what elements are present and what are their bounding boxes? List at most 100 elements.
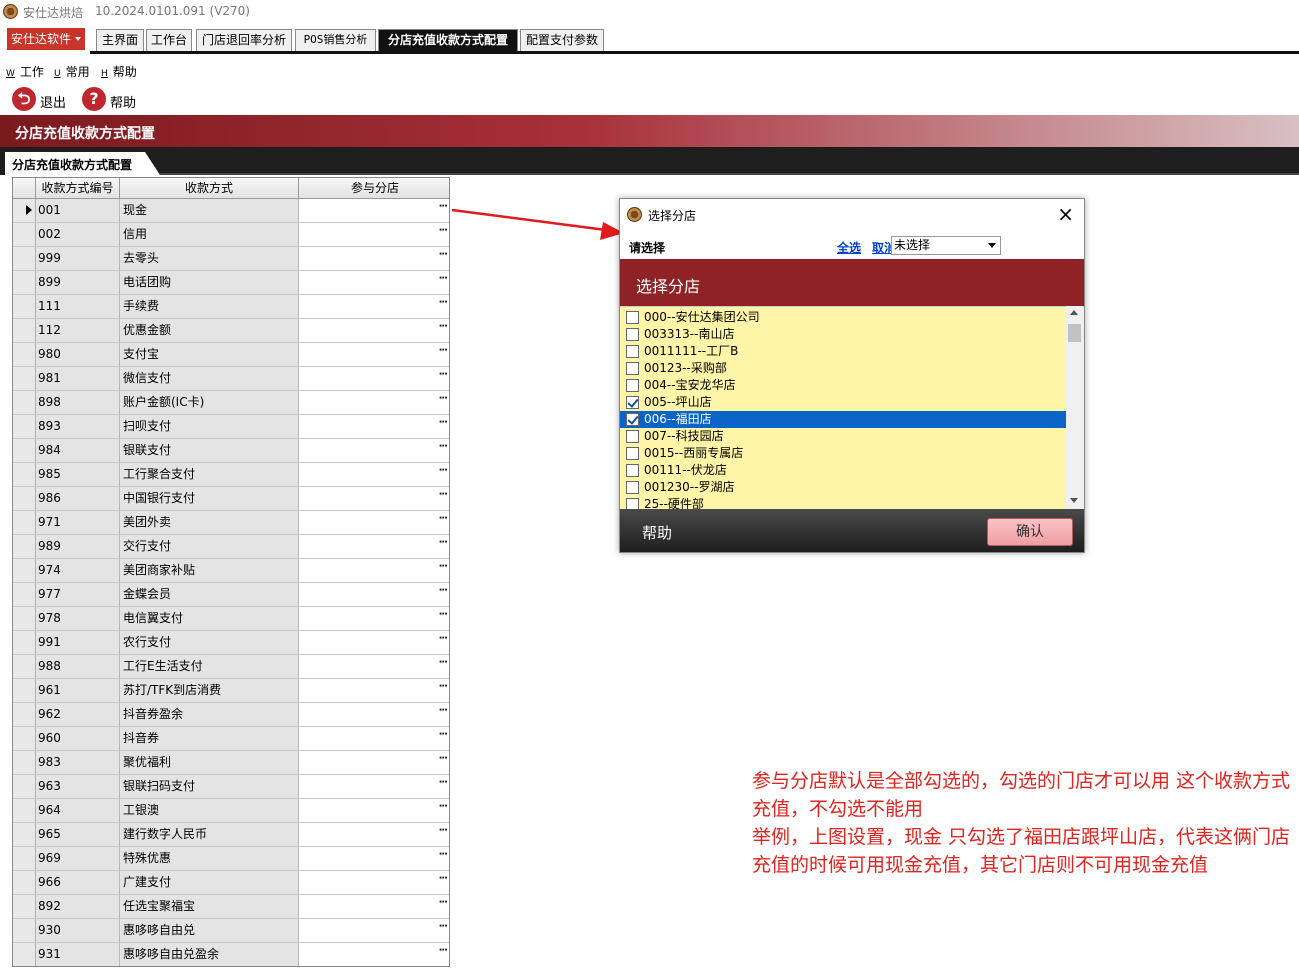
ellipsis-button[interactable]: ··· (439, 873, 448, 884)
cell-stores[interactable]: ··· (299, 703, 449, 726)
column-header-method[interactable]: 收款方式 (120, 178, 299, 199)
cell-stores[interactable]: ··· (299, 775, 449, 798)
table-row[interactable]: 983 聚优福利 ··· (13, 751, 449, 775)
menu-work[interactable]: W 工作 (6, 63, 44, 80)
store-list-item[interactable]: 00111--伏龙店 (620, 462, 1066, 479)
cell-stores[interactable]: ··· (299, 439, 449, 462)
column-header-code[interactable]: 收款方式编号 (36, 178, 120, 199)
ellipsis-button[interactable]: ··· (439, 369, 448, 380)
store-list-item[interactable]: 001230--罗湖店 (620, 479, 1066, 496)
ellipsis-button[interactable]: ··· (439, 657, 448, 668)
ellipsis-button[interactable]: ··· (439, 945, 448, 956)
row-selector[interactable] (13, 655, 36, 678)
cell-stores[interactable]: ··· (299, 871, 449, 894)
table-row[interactable]: 931 惠哆哆自由兑盈余 ··· (13, 943, 449, 966)
cell-stores[interactable]: ··· (299, 223, 449, 246)
ellipsis-button[interactable]: ··· (439, 273, 448, 284)
tab-workbench[interactable]: 工作台 (146, 29, 192, 51)
cell-stores[interactable]: ··· (299, 919, 449, 942)
store-list-scrollbar[interactable] (1066, 306, 1083, 509)
cell-stores[interactable]: ··· (299, 343, 449, 366)
table-row[interactable]: 985 工行聚合支付 ··· (13, 463, 449, 487)
ellipsis-button[interactable]: ··· (439, 393, 448, 404)
row-selector[interactable] (13, 751, 36, 774)
filter-select[interactable]: 未选择 (891, 236, 1001, 255)
row-selector[interactable] (13, 871, 36, 894)
cell-stores[interactable]: ··· (299, 247, 449, 270)
ellipsis-button[interactable]: ··· (439, 681, 448, 692)
store-list-item[interactable]: 007--科技园店 (620, 428, 1066, 445)
store-list-item[interactable]: 25--硬件部 (620, 496, 1066, 509)
select-all-link[interactable]: 全选 (837, 239, 861, 256)
table-row[interactable]: 977 金蝶会员 ··· (13, 583, 449, 607)
table-row[interactable]: 111 手续费 ··· (13, 295, 449, 319)
scroll-up-icon[interactable] (1070, 310, 1078, 315)
tab-payment-params[interactable]: 配置支付参数 (520, 29, 604, 51)
cell-stores[interactable]: ··· (299, 391, 449, 414)
cell-stores[interactable]: ··· (299, 487, 449, 510)
table-row[interactable]: 962 抖音券盈余 ··· (13, 703, 449, 727)
row-selector[interactable] (13, 943, 36, 966)
table-row[interactable]: 986 中国银行支付 ··· (13, 487, 449, 511)
column-header-stores[interactable]: 参与分店 (299, 178, 449, 199)
row-selector[interactable] (13, 631, 36, 654)
ellipsis-button[interactable]: ··· (439, 705, 448, 716)
ellipsis-button[interactable]: ··· (439, 825, 448, 836)
row-selector[interactable] (13, 319, 36, 342)
table-row[interactable]: 930 惠哆哆自由兑 ··· (13, 919, 449, 943)
store-checkbox[interactable] (626, 345, 639, 358)
row-selector[interactable] (13, 559, 36, 582)
row-selector[interactable] (13, 775, 36, 798)
store-list-item[interactable]: 0011111--工厂B (620, 343, 1066, 360)
ellipsis-button[interactable]: ··· (439, 225, 448, 236)
table-row[interactable]: 966 广建支付 ··· (13, 871, 449, 895)
tab-return-rate[interactable]: 门店退回率分析 (196, 29, 292, 51)
table-row[interactable]: 892 任选宝聚福宝 ··· (13, 895, 449, 919)
help-button[interactable]: ? 帮助 (82, 87, 142, 111)
dialog-help-button[interactable]: 帮助 (642, 522, 672, 543)
cell-stores[interactable]: ··· (299, 727, 449, 750)
row-selector[interactable] (13, 439, 36, 462)
tab-main[interactable]: 主界面 (96, 29, 144, 51)
table-row[interactable]: 960 抖音券 ··· (13, 727, 449, 751)
table-row[interactable]: 965 建行数字人民币 ··· (13, 823, 449, 847)
cell-stores[interactable]: ··· (299, 271, 449, 294)
cell-stores[interactable]: ··· (299, 535, 449, 558)
row-selector[interactable] (13, 823, 36, 846)
table-row[interactable]: 980 支付宝 ··· (13, 343, 449, 367)
menu-common[interactable]: U 常用 (54, 63, 90, 80)
store-list-item[interactable]: 005--坪山店 (620, 394, 1066, 411)
exit-button[interactable]: ⮌ 退出 (12, 87, 72, 111)
ellipsis-button[interactable]: ··· (439, 777, 448, 788)
cell-stores[interactable]: ··· (299, 463, 449, 486)
ellipsis-button[interactable]: ··· (439, 441, 448, 452)
ellipsis-button[interactable]: ··· (439, 849, 448, 860)
table-row[interactable]: 899 电话团购 ··· (13, 271, 449, 295)
store-checkbox[interactable] (626, 379, 639, 392)
ellipsis-button[interactable]: ··· (439, 537, 448, 548)
cell-stores[interactable]: ··· (299, 655, 449, 678)
store-checkbox[interactable] (626, 396, 639, 409)
cell-stores[interactable]: ··· (299, 367, 449, 390)
cell-stores[interactable]: ··· (299, 799, 449, 822)
cell-stores[interactable]: ··· (299, 511, 449, 534)
ellipsis-button[interactable]: ··· (439, 417, 448, 428)
store-list-item[interactable]: 00123--采购部 (620, 360, 1066, 377)
row-selector[interactable] (13, 199, 36, 222)
row-selector[interactable] (13, 799, 36, 822)
row-selector[interactable] (13, 679, 36, 702)
table-row[interactable]: 002 信用 ··· (13, 223, 449, 247)
cell-stores[interactable]: ··· (299, 847, 449, 870)
cell-stores[interactable]: ··· (299, 895, 449, 918)
table-row[interactable]: 971 美团外卖 ··· (13, 511, 449, 535)
row-selector[interactable] (13, 247, 36, 270)
scroll-thumb[interactable] (1068, 324, 1081, 342)
row-selector[interactable] (13, 703, 36, 726)
store-checkbox[interactable] (626, 362, 639, 375)
ellipsis-button[interactable]: ··· (439, 513, 448, 524)
row-selector[interactable] (13, 511, 36, 534)
row-selector[interactable] (13, 223, 36, 246)
store-list-item[interactable]: 003313--南山店 (620, 326, 1066, 343)
ellipsis-button[interactable]: ··· (439, 801, 448, 812)
ellipsis-button[interactable]: ··· (439, 897, 448, 908)
